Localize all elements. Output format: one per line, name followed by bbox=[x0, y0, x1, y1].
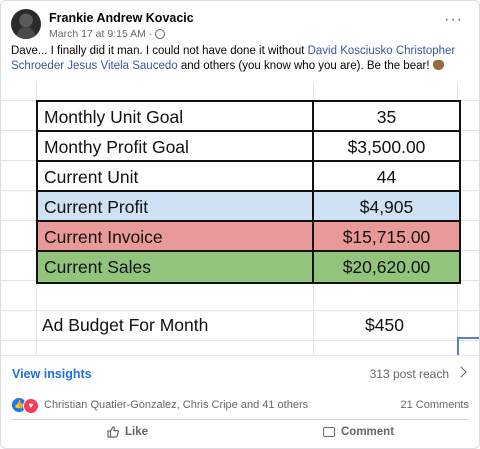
table-row: Current Sales $20,620.00 bbox=[36, 250, 461, 284]
thumbs-up-icon bbox=[107, 426, 119, 438]
insights-bar: View insights 313 post reach bbox=[1, 355, 479, 392]
budget-value: $450 bbox=[365, 315, 404, 335]
author-name[interactable]: Frankie Andrew Kovacic bbox=[49, 11, 194, 25]
row-label: Current Invoice bbox=[38, 222, 314, 252]
bear-emoji-icon bbox=[432, 60, 444, 70]
chevron-right-icon[interactable] bbox=[455, 366, 467, 378]
post-card: Frankie Andrew Kovacic March 17 at 9:15 … bbox=[0, 0, 480, 449]
post-text: Dave... I finally did it man. I could no… bbox=[11, 44, 469, 74]
action-bar: Like Comment bbox=[11, 419, 469, 446]
row-value: $3,500.00 bbox=[347, 137, 426, 157]
reaction-names[interactable]: Christian Quatier-Gonzalez, Chris Cripe … bbox=[44, 399, 308, 411]
comment-icon bbox=[323, 427, 335, 437]
post-reach[interactable]: 313 post reach bbox=[370, 367, 449, 381]
row-value: 35 bbox=[376, 107, 397, 127]
row-label: Current Unit bbox=[38, 162, 314, 192]
row-label: Monthy Profit Goal bbox=[38, 132, 314, 162]
timestamp[interactable]: March 17 at 9:15 AM bbox=[49, 28, 146, 40]
comment-button[interactable]: Comment bbox=[323, 426, 394, 438]
reaction-icons[interactable]: 👍 ♥ bbox=[12, 398, 40, 414]
grid-line bbox=[1, 340, 479, 341]
cell-selection bbox=[457, 337, 479, 355]
row-label: Current Sales bbox=[38, 252, 314, 282]
table-row: Monthy Profit Goal $3,500.00 bbox=[36, 130, 461, 162]
budget-row: Ad Budget For Month $450 bbox=[36, 310, 457, 340]
reactions-bar: 👍 ♥ Christian Quatier-Gonzalez, Chris Cr… bbox=[1, 394, 479, 416]
like-button[interactable]: Like bbox=[107, 426, 148, 438]
meta-separator: · bbox=[148, 28, 153, 40]
more-options-icon[interactable]: ··· bbox=[444, 12, 463, 28]
globe-icon bbox=[155, 29, 166, 39]
row-label: Current Profit bbox=[38, 192, 314, 222]
table-row: Current Profit $4,905 bbox=[36, 190, 461, 222]
comment-label: Comment bbox=[341, 426, 395, 438]
comments-count[interactable]: 21 Comments bbox=[401, 399, 469, 411]
post-text-prefix: Dave... I finally did it man. I could no… bbox=[11, 45, 308, 57]
post-meta: March 17 at 9:15 AM · bbox=[49, 28, 166, 40]
row-value: $4,905 bbox=[359, 197, 414, 217]
table-row: Current Unit 44 bbox=[36, 160, 461, 192]
table-row: Current Invoice $15,715.00 bbox=[36, 220, 461, 252]
spreadsheet-image[interactable]: Monthly Unit Goal 35 Monthy Profit Goal … bbox=[1, 83, 479, 355]
post-header: Frankie Andrew Kovacic March 17 at 9:15 … bbox=[11, 9, 469, 41]
post-text-suffix: and others (you know who you are). Be th… bbox=[177, 60, 433, 72]
row-value: $15,715.00 bbox=[342, 227, 431, 247]
view-insights-link[interactable]: View insights bbox=[12, 367, 92, 381]
budget-label: Ad Budget For Month bbox=[42, 315, 209, 335]
avatar[interactable] bbox=[11, 9, 41, 39]
row-label: Monthly Unit Goal bbox=[38, 102, 314, 132]
love-reaction-icon: ♥ bbox=[23, 398, 39, 414]
like-label: Like bbox=[125, 426, 149, 438]
table-row: Monthly Unit Goal 35 bbox=[36, 100, 461, 132]
row-value: 44 bbox=[376, 167, 397, 187]
row-value: $20,620.00 bbox=[342, 257, 431, 277]
